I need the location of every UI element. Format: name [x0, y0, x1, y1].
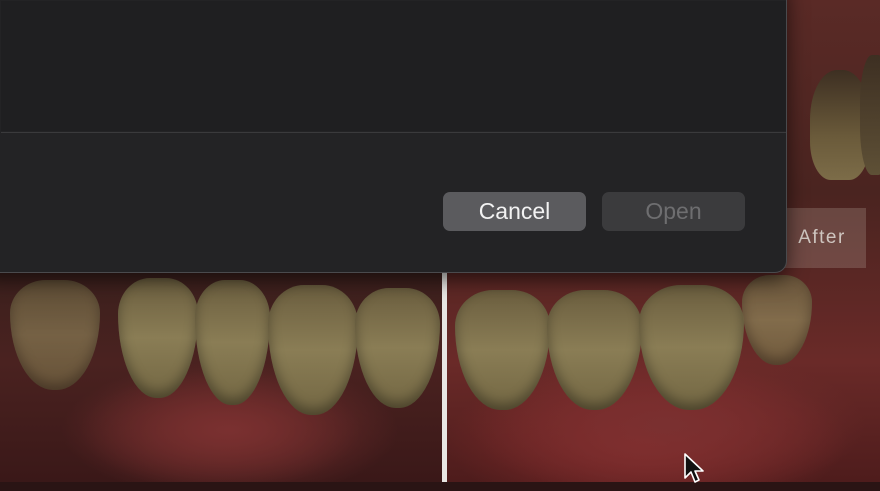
- open-file-dialog: [0, 0, 787, 273]
- cancel-button[interactable]: Cancel: [443, 192, 586, 231]
- dialog-separator: [1, 132, 786, 133]
- upper-tooth: [860, 55, 880, 175]
- arrow-cursor-icon: [683, 452, 709, 486]
- open-button[interactable]: Open: [602, 192, 745, 231]
- after-label: After: [778, 208, 866, 268]
- file-browser-area[interactable]: [1, 1, 786, 131]
